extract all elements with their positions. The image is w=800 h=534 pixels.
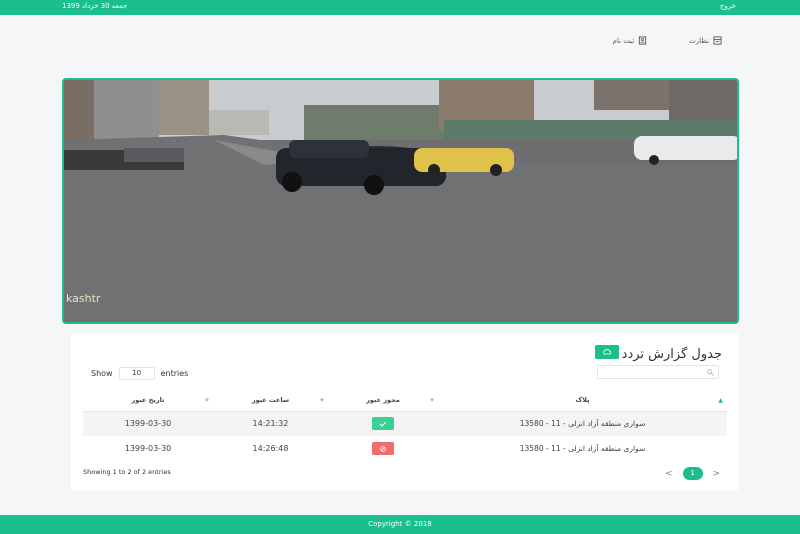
column-header-time[interactable]: ساعت عبور ◆ bbox=[213, 389, 328, 412]
main-nav: نظارت ثبت نام bbox=[613, 36, 722, 45]
logout-link[interactable]: خروج bbox=[720, 2, 736, 10]
next-page-button[interactable]: > bbox=[713, 469, 721, 479]
search-icon bbox=[707, 369, 714, 376]
cell-permit bbox=[328, 436, 438, 461]
column-header-date[interactable]: تاریخ عبور ◆ bbox=[83, 389, 213, 412]
column-header-permit[interactable]: مجوز عبور ◆ bbox=[328, 389, 438, 412]
page-length-select[interactable]: 10 bbox=[118, 367, 155, 380]
traffic-report-table: تاریخ عبور ◆ ساعت عبور ◆ مجوز عبور ◆ پلاک ▲ … bbox=[83, 389, 727, 461]
report-action-button[interactable] bbox=[595, 345, 619, 359]
table-header-row: تاریخ عبور ◆ ساعت عبور ◆ مجوز عبور ◆ پلاک ▲ bbox=[83, 389, 727, 412]
permit-allowed-badge[interactable] bbox=[372, 417, 394, 431]
check-icon bbox=[379, 421, 387, 427]
cell-plate: سواری منطقه آزاد انزلی - 11 - 13580 bbox=[519, 444, 646, 453]
nav-item-label: نظارت bbox=[689, 36, 709, 45]
cell-time: 14:26:48 bbox=[252, 444, 289, 453]
top-bar: جمعه 30 خرداد 1399 خروج bbox=[0, 0, 800, 15]
sort-icon: ◆ bbox=[320, 397, 324, 403]
report-card: جدول گزارش تردد Show 10 entries تاریخ عب… bbox=[71, 333, 738, 491]
page-length-control: Show 10 entries bbox=[91, 367, 188, 380]
cell-permit bbox=[328, 411, 438, 436]
cell-date: 1399-03-30 bbox=[124, 444, 172, 453]
column-header-plate[interactable]: پلاک ▲ bbox=[438, 389, 727, 412]
camera-video-feed[interactable]: kashtr bbox=[62, 78, 739, 324]
sort-asc-icon: ▲ bbox=[718, 397, 723, 404]
monitor-icon bbox=[713, 36, 722, 45]
table-info: Showing 1 to 2 of 2 entries bbox=[83, 468, 171, 476]
block-icon bbox=[380, 445, 386, 452]
cell-time: 14:21:32 bbox=[213, 411, 328, 436]
nav-item-monitor[interactable]: نظارت bbox=[689, 36, 722, 45]
sort-icon: ◆ bbox=[205, 397, 209, 403]
sort-icon: ◆ bbox=[430, 397, 434, 403]
report-title: جدول گزارش تردد bbox=[621, 347, 722, 362]
permit-denied-badge[interactable] bbox=[372, 442, 394, 455]
register-icon bbox=[639, 36, 647, 45]
nav-item-register[interactable]: ثبت نام bbox=[613, 36, 648, 45]
page-button-1[interactable]: 1 bbox=[682, 467, 703, 480]
street-scene-image: kashtr bbox=[64, 80, 737, 322]
nav-item-label: ثبت نام bbox=[612, 36, 635, 45]
cloud-icon bbox=[602, 348, 612, 355]
footer-copyright: Copyright © 2018 bbox=[0, 515, 800, 534]
table-row: 1399-03-30 14:26:48 سواری منطقه آزاد انز… bbox=[83, 436, 727, 461]
video-watermark: kashtr bbox=[66, 292, 101, 305]
pagination: < 1 > bbox=[665, 467, 720, 480]
show-label: Show bbox=[91, 369, 113, 378]
search-input[interactable] bbox=[597, 365, 719, 379]
cell-plate: سواری منطقه آزاد انزلی - 11 - 13580 bbox=[438, 411, 727, 436]
cell-date: 1399-03-30 bbox=[83, 411, 213, 436]
current-date: جمعه 30 خرداد 1399 bbox=[62, 2, 128, 10]
table-row: 1399-03-30 14:21:32 سواری منطقه آزاد انز… bbox=[83, 411, 727, 436]
prev-page-button[interactable]: < bbox=[665, 469, 673, 479]
entries-label: entries bbox=[160, 369, 189, 378]
